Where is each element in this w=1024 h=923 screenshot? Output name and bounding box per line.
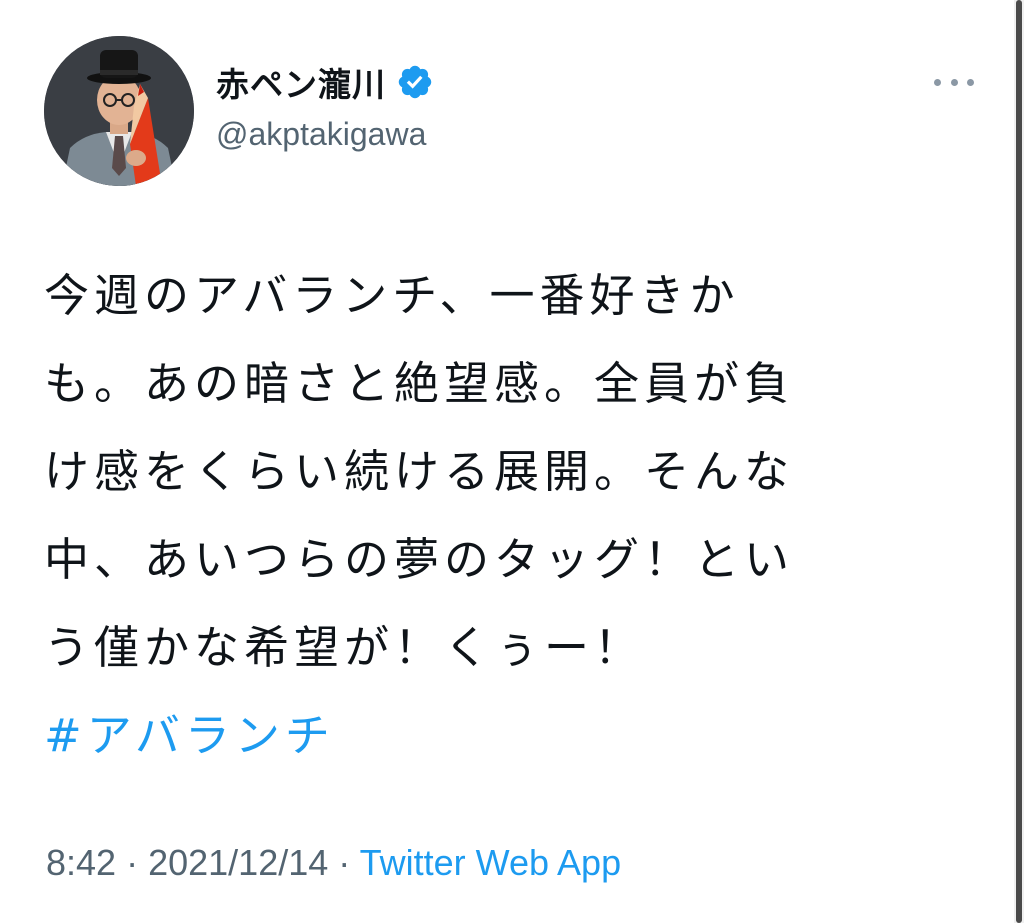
scrollbar[interactable] — [1014, 0, 1024, 923]
meta-separator: · — [126, 842, 149, 883]
more-dot — [950, 78, 958, 86]
more-options-icon[interactable] — [934, 70, 974, 94]
scrollbar-thumb[interactable] — [1016, 0, 1022, 923]
tweet-text-line: う僅かな希望が！くぅー！ — [44, 621, 645, 674]
avatar-photo-icon — [44, 36, 194, 186]
tweet-time[interactable]: 8:42 — [46, 842, 116, 883]
more-dot — [934, 78, 941, 86]
hashtag-link[interactable]: #アバランチ — [44, 692, 944, 780]
meta-separator: · — [338, 842, 360, 883]
tweet-text-line: も。あの暗さと絶望感。全員が負 — [44, 357, 795, 410]
author-handle[interactable]: @akptakigawa — [216, 116, 434, 153]
tweet-text-line: 中、あいつらの夢のタッグ！とい — [44, 533, 795, 586]
tweet-text-line: 今週のアバランチ、一番好きか — [44, 269, 740, 322]
tweet-metadata: 8:42 · 2021/12/14 · Twitter Web App — [46, 842, 621, 884]
avatar[interactable] — [44, 36, 194, 186]
more-dot — [967, 78, 974, 86]
author-info: 赤ペン瀧川 @akptakigawa — [216, 58, 434, 153]
tweet-text: 今週のアバランチ、一番好きか も。あの暗さと絶望感。全員が負 け感をくらい続ける… — [44, 252, 944, 780]
verified-badge-icon — [396, 63, 434, 101]
tweet-date[interactable]: 2021/12/14 — [148, 842, 328, 883]
tweet-card: 赤ペン瀧川 @akptakigawa 今週のアバランチ、一番好きか も。あの暗さ… — [0, 0, 1024, 923]
author-display-name[interactable]: 赤ペン瀧川 — [216, 58, 386, 106]
tweet-source-link[interactable]: Twitter Web App — [360, 842, 621, 883]
tweet-text-line: け感をくらい続ける展開。そんな — [44, 445, 795, 498]
author-name-row: 赤ペン瀧川 — [216, 58, 434, 106]
